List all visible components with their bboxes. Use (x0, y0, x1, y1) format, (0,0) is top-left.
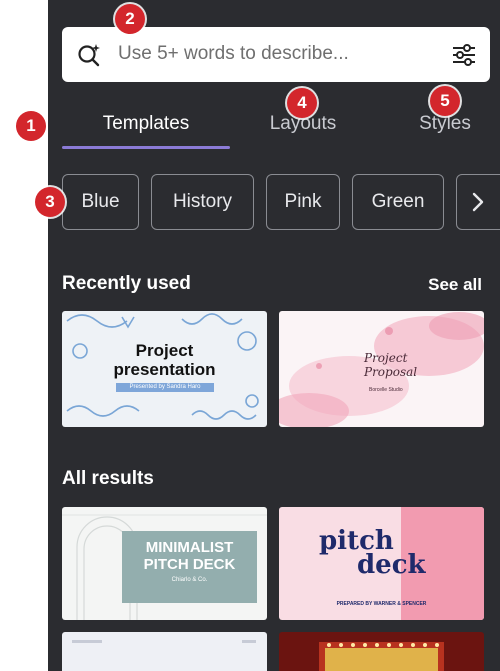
chip-label: Pink (284, 191, 322, 212)
template-thumbnail-partial-right[interactable] (279, 632, 484, 671)
callout-badge-5: 5 (430, 86, 460, 116)
thumbnail-title-line2: Proposal (364, 365, 418, 379)
chip-scroll-next-button[interactable] (456, 174, 500, 230)
thumbnail-subtitle: Chiarlo & Co. (171, 577, 208, 583)
callout-badge-1: 1 (16, 111, 46, 141)
thumbnail-subtitle: PREPARED BY WARNER & SPENCER (336, 601, 427, 607)
chip-pink[interactable]: Pink (266, 174, 340, 230)
marquee-lights-decoration (319, 642, 444, 671)
template-thumbnail-project-presentation[interactable]: Project presentation Presented by Sandra… (62, 311, 267, 427)
search-bar[interactable] (62, 27, 490, 82)
thumbnail-subtitle: Borcelle Studio (369, 387, 403, 393)
template-thumbnail-pitch-deck[interactable]: pitch deck PREPARED BY WARNER & SPENCER (279, 507, 484, 620)
callout-badge-2: 2 (115, 4, 145, 34)
chip-blue[interactable]: Blue (62, 174, 139, 230)
thumbnail-header-mark (242, 640, 256, 643)
chip-history[interactable]: History (151, 174, 254, 230)
chip-label: Green (371, 191, 425, 212)
thumbnail-title-line2: presentation (113, 360, 216, 379)
chip-green[interactable]: Green (352, 174, 444, 230)
thumbnail-subtitle: Presented by Sandra Haro (116, 383, 214, 392)
callout-badge-3: 3 (35, 187, 65, 217)
thumbnail-title-line2: PITCH DECK (143, 556, 236, 573)
magic-search-icon[interactable] (76, 42, 102, 68)
thumbnail-header-line (72, 640, 102, 643)
search-input[interactable] (118, 37, 438, 71)
chip-label: History (172, 191, 233, 212)
thumbnail-title-line1: MINIMALIST (145, 539, 234, 556)
thumbnail-title-line1: Project (135, 341, 194, 360)
recently-used-heading: Recently used (62, 273, 191, 294)
filter-settings-icon[interactable] (450, 41, 478, 69)
template-thumbnail-project-proposal[interactable]: Project Proposal Borcelle Studio (279, 311, 484, 427)
thumbnail-title-line1: Project (364, 351, 408, 365)
callout-badge-4: 4 (287, 88, 317, 118)
tab-templates[interactable]: Templates (62, 111, 230, 141)
all-results-heading: All results (62, 468, 154, 489)
active-tab-indicator (62, 146, 230, 149)
template-thumbnail-minimalist-pitch-deck[interactable]: MINIMALIST PITCH DECK Chiarlo & Co. (62, 507, 267, 620)
chip-label: Blue (81, 191, 120, 212)
template-thumbnail-partial-left[interactable] (62, 632, 267, 671)
thumbnail-title-line2: deck (357, 550, 426, 580)
chevron-right-icon (472, 192, 484, 212)
see-all-link[interactable]: See all (428, 275, 482, 295)
